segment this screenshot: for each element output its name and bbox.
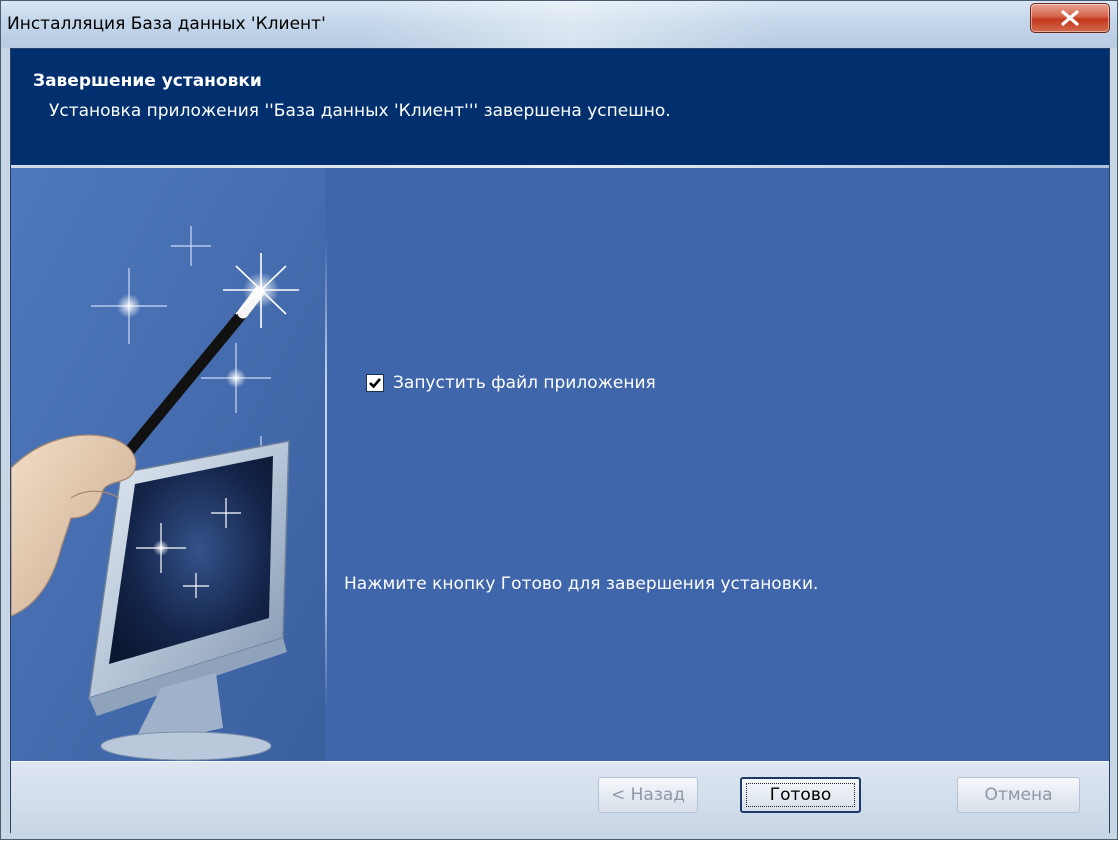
wizard-body: Запустить файл приложения Нажмите кнопку…	[11, 168, 1109, 761]
header-subtitle: Установка приложения ''База данных 'Клие…	[49, 101, 671, 121]
title-bar-sheen	[361, 1, 781, 48]
wizard-footer: < Назад Готово Отмена	[11, 761, 1109, 835]
wizard-client-area: Завершение установки Установка приложени…	[10, 48, 1110, 835]
cancel-button[interactable]: Отмена	[957, 777, 1080, 813]
title-bar[interactable]: Инсталляция База данных 'Клиент'	[1, 1, 1117, 48]
checkmark-icon	[369, 378, 381, 389]
back-button-label: < Назад	[610, 785, 686, 805]
wizard-wand-monitor-illustration	[11, 168, 325, 761]
close-button[interactable]	[1030, 3, 1110, 33]
focus-rect	[746, 783, 855, 807]
run-app-checkbox-row[interactable]: Запустить файл приложения	[366, 371, 656, 395]
back-button[interactable]: < Назад	[598, 777, 698, 813]
close-x-icon	[1061, 10, 1079, 26]
run-app-checkbox-label[interactable]: Запустить файл приложения	[393, 373, 656, 393]
window-title: Инсталляция База данных 'Клиент'	[7, 14, 326, 34]
finish-button[interactable]: Готово	[740, 777, 861, 813]
run-app-checkbox[interactable]	[366, 374, 384, 392]
cancel-button-label: Отмена	[984, 785, 1053, 805]
finish-instruction: Нажмите кнопку Готово для завершения уст…	[344, 574, 819, 594]
wizard-header: Завершение установки Установка приложени…	[11, 49, 1109, 165]
illustration-divider	[325, 238, 327, 708]
installer-window: Инсталляция База данных 'Клиент' Заверше…	[0, 0, 1118, 840]
header-title: Завершение установки	[33, 71, 262, 91]
